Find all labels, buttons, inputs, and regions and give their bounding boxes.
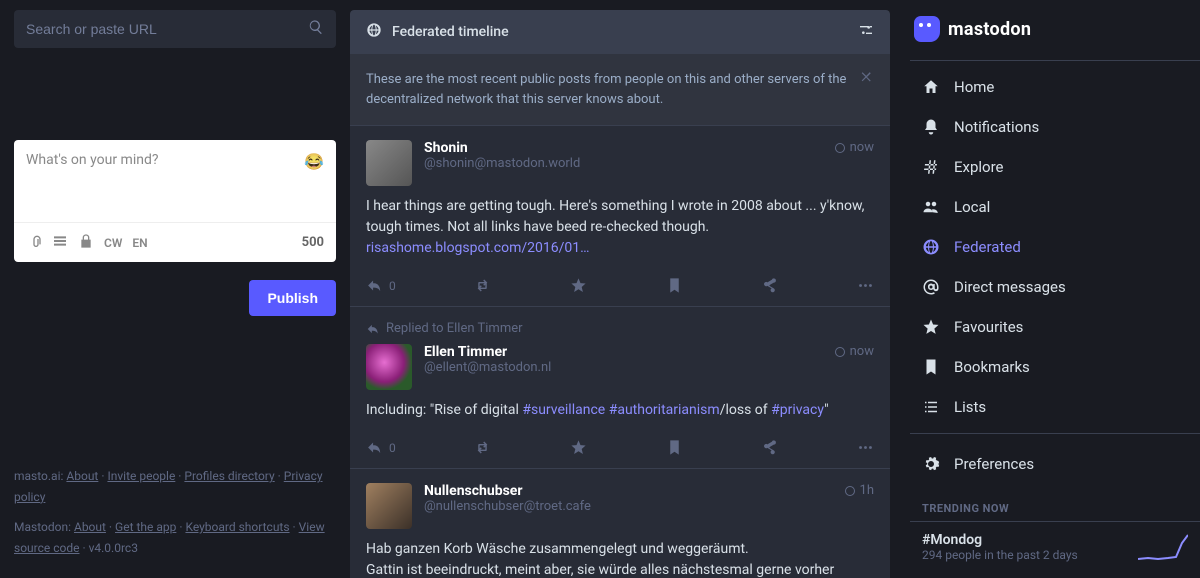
mastodon-logo-icon <box>914 16 940 42</box>
lang-toggle[interactable]: EN <box>132 236 147 250</box>
footer-app: Mastodon: About · Get the app · Keyboard… <box>14 517 336 558</box>
timestamp[interactable]: now <box>834 140 874 155</box>
nav-local[interactable]: Local <box>910 187 1200 227</box>
nav-favourites[interactable]: Favourites <box>910 307 1200 347</box>
timestamp[interactable]: now <box>834 344 874 359</box>
status-content: Including: "Rise of digital #surveillanc… <box>366 400 874 421</box>
favourite-button[interactable] <box>570 439 587 456</box>
column-title: Federated timeline <box>392 24 848 40</box>
sparkline-icon <box>1138 533 1188 561</box>
globe-icon <box>922 238 940 256</box>
search-icon[interactable] <box>308 19 324 39</box>
globe-icon <box>844 485 856 497</box>
nav-home[interactable]: Home <box>910 67 1200 107</box>
handle[interactable]: @ellent@mastodon.nl <box>424 360 822 375</box>
poll-icon[interactable] <box>52 233 68 252</box>
favourite-button[interactable] <box>570 277 587 294</box>
hashtag[interactable]: #authoritarianism <box>609 402 720 418</box>
brand-word: mastodon <box>948 19 1031 40</box>
status-content: Hab ganzen Korb Wäsche zusammengelegt un… <box>366 539 874 578</box>
char-count: 500 <box>302 235 324 250</box>
avatar[interactable] <box>366 140 412 186</box>
handle[interactable]: @shonin@mastodon.world <box>424 156 822 171</box>
reply-icon <box>366 322 380 336</box>
trending-header: TRENDING NOW <box>910 494 1200 521</box>
publish-button[interactable]: Publish <box>249 280 336 316</box>
link[interactable]: risashome.blogspot.com/2016/01… <box>366 240 589 256</box>
more-button[interactable] <box>857 439 874 456</box>
timestamp[interactable]: 1h <box>844 483 874 498</box>
compose-box: What's on your mind? 😂 CW EN 500 <box>14 140 336 262</box>
hashtag[interactable]: #privacy <box>771 402 824 418</box>
users-icon <box>922 198 940 216</box>
nav-dms[interactable]: Direct messages <box>910 267 1200 307</box>
handle[interactable]: @nullenschubser@troet.cafe <box>424 499 832 514</box>
visibility-icon[interactable] <box>78 233 94 252</box>
at-icon <box>922 278 940 296</box>
nav-preferences[interactable]: Preferences <box>910 444 1200 484</box>
display-name[interactable]: Nullenschubser <box>424 483 832 499</box>
hashtag[interactable]: #surveillance <box>522 402 605 418</box>
globe-icon <box>834 346 846 358</box>
about-link[interactable]: About <box>66 469 98 483</box>
nav-lists[interactable]: Lists <box>910 387 1200 427</box>
bookmark-button[interactable] <box>666 439 683 456</box>
nav-bookmarks[interactable]: Bookmarks <box>910 347 1200 387</box>
status-content: I hear things are getting tough. Here's … <box>366 196 874 259</box>
share-button[interactable] <box>761 439 778 456</box>
globe-icon <box>834 142 846 154</box>
boost-button[interactable] <box>474 277 491 294</box>
get-app-link[interactable]: Get the app <box>115 520 176 534</box>
status[interactable]: Shonin @shonin@mastodon.world now I hear… <box>350 125 890 306</box>
status[interactable]: Nullenschubser @nullenschubser@troet.caf… <box>350 468 890 578</box>
share-button[interactable] <box>761 277 778 294</box>
invite-link[interactable]: Invite people <box>107 469 175 483</box>
reply-context[interactable]: Replied to Ellen Timmer <box>366 321 874 336</box>
search-input[interactable] <box>26 21 308 37</box>
nav-notifications[interactable]: Notifications <box>910 107 1200 147</box>
nav-federated[interactable]: Federated <box>910 227 1200 267</box>
display-name[interactable]: Shonin <box>424 140 822 156</box>
nav-explore[interactable]: Explore <box>910 147 1200 187</box>
avatar[interactable] <box>366 344 412 390</box>
footer-instance: masto.ai: About · Invite people · Profil… <box>14 466 336 507</box>
compose-placeholder: What's on your mind? <box>26 152 158 210</box>
hashtag-icon <box>922 158 940 176</box>
status[interactable]: Replied to Ellen Timmer Ellen Timmer @el… <box>350 306 890 468</box>
profiles-link[interactable]: Profiles directory <box>184 469 274 483</box>
version: v4.0.0rc3 <box>89 541 138 555</box>
boost-button[interactable] <box>474 439 491 456</box>
reply-button[interactable]: 0 <box>366 277 396 294</box>
globe-icon <box>366 22 382 42</box>
brand[interactable]: mastodon <box>910 10 1200 60</box>
bell-icon <box>922 118 940 136</box>
reply-button[interactable]: 0 <box>366 439 396 456</box>
close-icon[interactable] <box>860 70 874 109</box>
trending-sub: 294 people in the past 2 days <box>922 548 1138 562</box>
search-bar[interactable] <box>14 10 336 48</box>
display-name[interactable]: Ellen Timmer <box>424 344 822 360</box>
shortcuts-link[interactable]: Keyboard shortcuts <box>185 520 289 534</box>
app-about-link[interactable]: About <box>74 520 106 534</box>
compose-textarea[interactable]: What's on your mind? 😂 <box>14 140 336 222</box>
avatar[interactable] <box>366 483 412 529</box>
column-header: Federated timeline <box>350 10 890 54</box>
gear-icon <box>922 455 940 473</box>
trending-item[interactable]: #Mondog 294 people in the past 2 days <box>910 521 1200 572</box>
list-icon <box>922 398 940 416</box>
bookmark-icon <box>922 358 940 376</box>
attach-icon[interactable] <box>26 233 42 252</box>
home-icon <box>922 78 940 96</box>
cw-toggle[interactable]: CW <box>104 236 122 250</box>
bookmark-button[interactable] <box>666 277 683 294</box>
emoji-picker-icon[interactable]: 😂 <box>304 152 324 210</box>
trending-tag: #Mondog <box>922 532 1138 548</box>
more-button[interactable] <box>857 277 874 294</box>
column-banner: These are the most recent public posts f… <box>350 54 890 125</box>
star-icon <box>922 318 940 336</box>
column-settings-icon[interactable] <box>858 22 874 42</box>
